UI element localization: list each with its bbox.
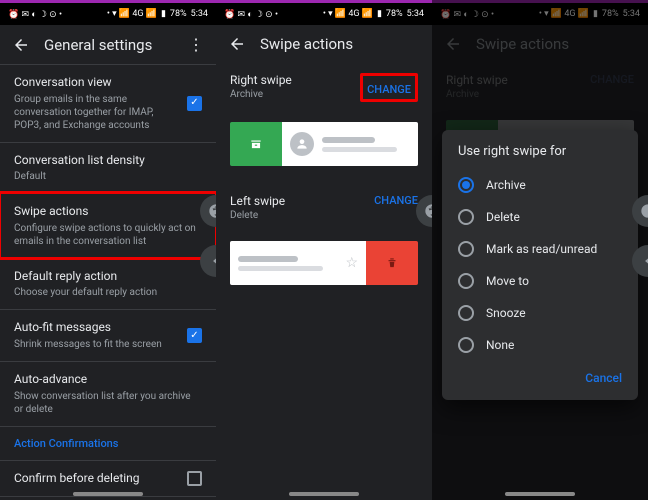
battery-icon: ▮ [377, 9, 382, 19]
radio-option[interactable]: Move to [452, 265, 628, 297]
item-title: Conversation view [14, 75, 179, 91]
item-subtitle: Default [14, 170, 202, 183]
status-bar: ⏰ ✉ ◐ ☽ ⊙ • • ▾ 📶 4G 📶 ▮ 78% 5:34 [0, 3, 216, 25]
radio-option[interactable]: Snooze [452, 297, 628, 329]
battery-icon: ▮ [161, 9, 166, 19]
radio-icon [458, 337, 474, 353]
change-right-button[interactable]: CHANGE [367, 83, 411, 96]
app-bar: Swipe actions [216, 25, 432, 63]
radio-icon [458, 273, 474, 289]
checkbox[interactable] [187, 328, 202, 343]
battery-pct: 78% [170, 9, 187, 19]
checkbox[interactable] [187, 471, 202, 486]
settings-item[interactable]: Auto-advance Show conversation list after… [0, 361, 216, 426]
nav-bar-pill[interactable] [505, 492, 575, 496]
battery-pct: 78% [386, 9, 403, 19]
dialog-title: Use right swipe for [458, 144, 622, 159]
item-title: Confirm before deleting [14, 471, 179, 487]
settings-item[interactable]: Conversation view Group emails in the sam… [0, 64, 216, 142]
item-subtitle: Shrink messages to fit the screen [14, 338, 179, 351]
radio-label: Snooze [486, 306, 526, 320]
star-icon: ☆ [345, 255, 358, 271]
right-swipe-section: Right swipe Archive CHANGE [216, 63, 432, 112]
settings-item[interactable]: Swipe actions Configure swipe actions to … [0, 193, 216, 258]
status-right-icons: • ▾ 📶 4G 📶 [107, 9, 157, 19]
checkbox[interactable] [187, 96, 202, 111]
settings-item[interactable]: Auto-fit messages Shrink messages to fit … [0, 309, 216, 361]
screen-swipe-actions: ⏰ ✉ ◐ ☽ ⊙ • • ▾ 📶 4G 📶 ▮ 78% 5:34 Swipe … [216, 0, 432, 500]
right-swipe-value: Archive [230, 89, 292, 100]
change-left-button[interactable]: CHANGE [374, 194, 418, 207]
screen-title: General settings [44, 36, 174, 54]
clock: 5:34 [191, 9, 208, 19]
screen-general-settings: ⏰ ✉ ◐ ☽ ⊙ • • ▾ 📶 4G 📶 ▮ 78% 5:34 Genera… [0, 0, 216, 500]
swipe-action-dialog: Use right swipe for Archive Delete Mark as… [442, 130, 638, 400]
item-title: Conversation list density [14, 153, 202, 169]
app-bar: General settings ⋮ [0, 25, 216, 64]
section-header-action-confirmations: Action Confirmations [0, 426, 216, 460]
right-swipe-label: Right swipe [230, 73, 292, 87]
left-swipe-value: Delete [230, 210, 285, 221]
radio-label: None [486, 338, 514, 352]
radio-option[interactable]: None [452, 329, 628, 361]
radio-icon [458, 177, 474, 193]
back-icon[interactable] [12, 36, 30, 54]
radio-label: Mark as read/unread [486, 242, 597, 256]
status-bar: ⏰ ✉ ◐ ☽ ⊙ • • ▾ 📶 4G 📶 ▮ 78% 5:34 [216, 3, 432, 25]
item-title: Auto-advance [14, 372, 202, 388]
settings-item[interactable]: Confirm before deleting [0, 460, 216, 497]
radio-icon [458, 209, 474, 225]
item-subtitle: Group emails in the same conversation to… [14, 93, 179, 132]
radio-label: Archive [486, 178, 526, 192]
radio-option[interactable]: Delete [452, 201, 628, 233]
radio-icon [458, 305, 474, 321]
left-swipe-preview: ☆ [230, 241, 418, 285]
item-title: Auto-fit messages [14, 320, 179, 336]
highlight-change-right: CHANGE [360, 73, 418, 102]
item-subtitle: Choose your default reply action [14, 286, 202, 299]
screen-title: Swipe actions [260, 35, 420, 53]
nav-bar-pill[interactable] [289, 492, 359, 496]
clock: 5:34 [407, 9, 424, 19]
overflow-icon[interactable]: ⋮ [188, 35, 204, 54]
screen-swipe-dialog: ⏰ ✉ ◐ ☽ ⊙ • • ▾ 📶 4G 📶 ▮ 78% 5:34 Swipe … [432, 0, 648, 500]
right-swipe-preview [230, 122, 418, 166]
settings-item[interactable]: Default reply actionChoose your default … [0, 258, 216, 310]
item-subtitle: Show conversation list after you archive… [14, 390, 202, 416]
left-swipe-section: Left swipe Delete CHANGE [216, 184, 432, 231]
radio-icon [458, 241, 474, 257]
status-right-icons: • ▾ 📶 4G 📶 [323, 9, 373, 19]
settings-item[interactable]: Conversation list densityDefault [0, 142, 216, 194]
radio-label: Delete [486, 210, 520, 224]
cancel-button[interactable]: Cancel [585, 371, 622, 385]
status-left-icons: ⏰ ✉ ◐ ☽ ⊙ • [8, 9, 62, 20]
status-left-icons: ⏰ ✉ ◐ ☽ ⊙ • [224, 9, 278, 20]
avatar-icon [290, 132, 314, 156]
delete-reveal [366, 241, 418, 285]
settings-item[interactable]: Confirm before archiving [0, 496, 216, 500]
left-swipe-label: Left swipe [230, 194, 285, 208]
settings-list[interactable]: Conversation view Group emails in the sam… [0, 64, 216, 500]
radio-option[interactable]: Mark as read/unread [452, 233, 628, 265]
item-title: Swipe actions [14, 204, 202, 220]
radio-option[interactable]: Archive [452, 169, 628, 201]
back-icon[interactable] [228, 35, 246, 53]
radio-label: Move to [486, 274, 529, 288]
item-title: Default reply action [14, 269, 202, 285]
archive-reveal [230, 122, 282, 166]
item-subtitle: Configure swipe actions to quickly act o… [14, 222, 202, 248]
nav-bar-pill[interactable] [73, 492, 143, 496]
